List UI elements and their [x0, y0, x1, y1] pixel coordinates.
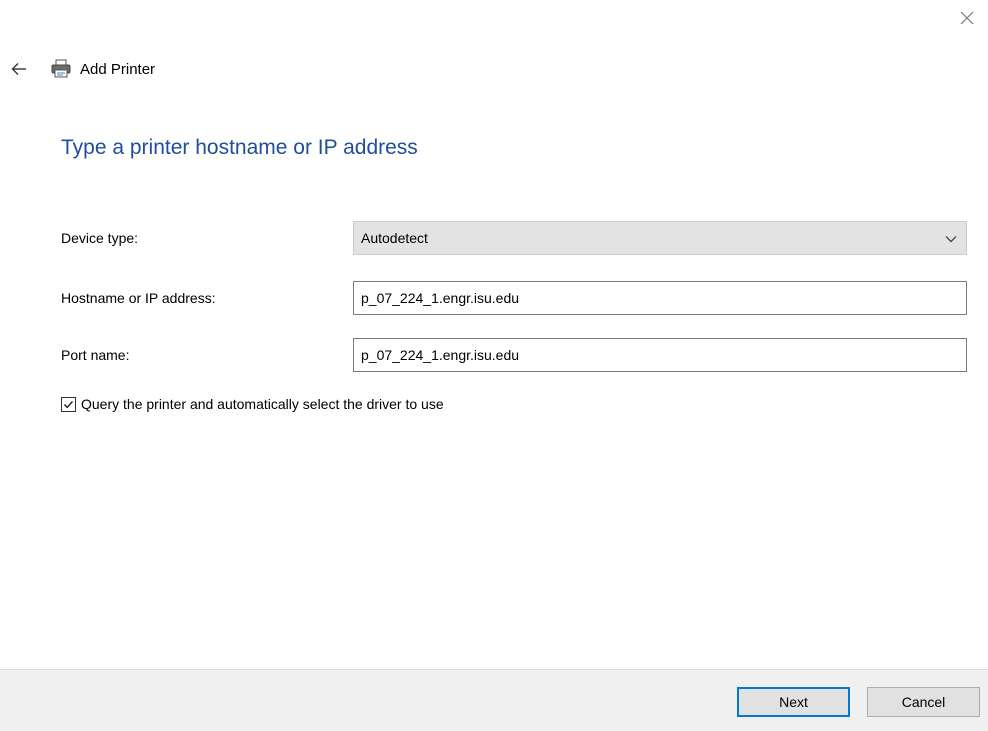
hostname-input[interactable]: [353, 281, 967, 315]
back-button[interactable]: [8, 58, 30, 80]
add-printer-dialog: Add Printer Type a printer hostname or I…: [0, 0, 988, 731]
hostname-label: Hostname or IP address:: [61, 290, 216, 306]
printer-icon: [50, 59, 72, 79]
port-name-label: Port name:: [61, 347, 130, 363]
device-type-row: Device type: Autodetect: [61, 221, 969, 255]
title-bar: Add Printer: [8, 56, 155, 82]
checkmark-icon: [63, 400, 74, 408]
chevron-down-icon: [945, 236, 957, 243]
next-button[interactable]: Next: [737, 687, 850, 717]
port-name-input[interactable]: [353, 338, 967, 372]
query-driver-option[interactable]: Query the printer and automatically sele…: [61, 396, 444, 412]
close-button[interactable]: [952, 4, 982, 32]
query-driver-checkbox[interactable]: [61, 396, 76, 412]
window-title: Add Printer: [80, 60, 156, 78]
hostname-row: Hostname or IP address:: [61, 281, 969, 315]
query-driver-label: Query the printer and automatically sele…: [81, 396, 444, 412]
dialog-footer: Next Cancel: [0, 669, 988, 731]
back-arrow-icon: [11, 63, 26, 75]
device-type-selected-value: Autodetect: [361, 230, 428, 246]
cancel-button[interactable]: Cancel: [867, 687, 980, 717]
port-name-row: Port name:: [61, 338, 969, 372]
page-heading: Type a printer hostname or IP address: [61, 136, 418, 159]
device-type-label: Device type:: [61, 230, 139, 246]
device-type-select[interactable]: Autodetect: [353, 221, 967, 255]
close-icon: [960, 11, 974, 25]
